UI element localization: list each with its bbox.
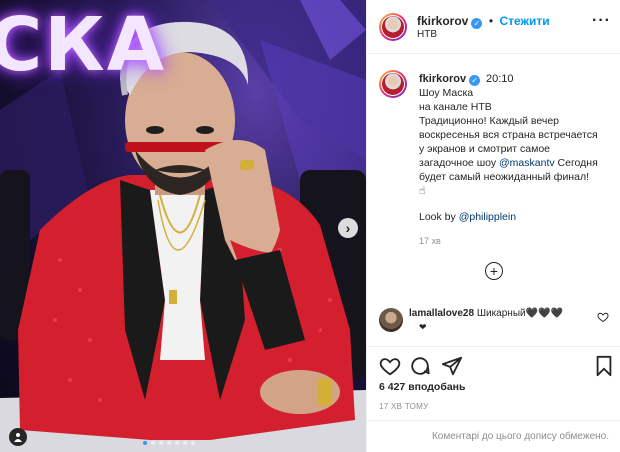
- caption-line: будет самый неожиданный финал!: [419, 171, 589, 183]
- post-panel: fkirkorov ✓ • Стежити НТВ ··· fkirkorov ✓ …: [366, 0, 620, 452]
- post-date: 17 ХВ ТОМУ: [379, 402, 429, 411]
- header-user-row: fkirkorov ✓ • Стежити: [417, 12, 550, 30]
- location-link[interactable]: НТВ: [417, 29, 437, 40]
- carousel-dot: [151, 441, 155, 445]
- caption-line: загадочное шоу: [419, 157, 497, 169]
- mention-link[interactable]: @maskantv: [499, 157, 555, 169]
- user-tag-icon[interactable]: [9, 428, 27, 446]
- plus-circle-icon[interactable]: +: [485, 262, 503, 280]
- caption: fkirkorov ✓ 20:10 Шоу Маска на канале НТВ…: [419, 72, 613, 224]
- comments-restricted-notice: Коментарі до цього допису обмежено.: [367, 420, 620, 452]
- caption-time: 20:10: [486, 73, 514, 85]
- caption-line: воскресенья вся страна встречается: [419, 129, 598, 141]
- mention-link[interactable]: @philipplein: [459, 211, 516, 223]
- caption-username[interactable]: fkirkorov: [419, 73, 466, 85]
- carousel-dots: [143, 441, 195, 445]
- comment-emoji: ❤: [419, 322, 427, 332]
- post-photo[interactable]: СКА ›: [0, 0, 366, 452]
- likes-count[interactable]: 6 427 вподобань: [379, 381, 465, 393]
- follow-button[interactable]: Стежити: [499, 14, 549, 28]
- caption-line-with-mention: загадочное шоу @maskantv Сегодня: [419, 156, 613, 170]
- caption-line: Сегодня: [554, 157, 598, 169]
- chevron-right-icon[interactable]: ›: [338, 218, 358, 238]
- carousel-dot: [183, 441, 187, 445]
- caption-line: Шоу Маска: [419, 87, 474, 99]
- comment-icon[interactable]: [409, 355, 431, 377]
- comment-text-row: lamallalove28 Шикарный🖤🖤🖤: [409, 308, 563, 319]
- look-by-line: Look by @philipplein: [419, 210, 613, 224]
- separator-dot: •: [488, 14, 494, 28]
- more-icon[interactable]: ···: [592, 12, 611, 30]
- caption-line: у экранов и смотрит самое: [419, 143, 551, 155]
- carousel-dot: [175, 441, 179, 445]
- verified-icon: ✓: [471, 18, 483, 29]
- caption-age: 17 хв: [419, 236, 441, 246]
- verified-icon: ✓: [469, 75, 481, 86]
- caption-avatar[interactable]: [379, 70, 407, 98]
- photo-sign-text: СКА: [0, 2, 167, 88]
- heart-icon[interactable]: [379, 355, 401, 377]
- pointing-emoji: ☝: [419, 185, 426, 197]
- carousel-dot: [191, 441, 195, 445]
- heart-icon[interactable]: [597, 310, 609, 328]
- caption-head: fkirkorov ✓ 20:10: [419, 72, 613, 86]
- look-by-label: Look by: [419, 211, 459, 223]
- post-header: fkirkorov ✓ • Стежити НТВ ···: [367, 0, 620, 54]
- comment-text: Шикарный🖤🖤🖤: [474, 308, 563, 319]
- comment-item: lamallalove28 Шикарный🖤🖤🖤 ❤: [379, 306, 615, 334]
- carousel-dot: [143, 441, 147, 445]
- share-icon[interactable]: [441, 355, 463, 377]
- carousel-dot: [167, 441, 171, 445]
- caption-line: на канале НТВ: [419, 101, 492, 113]
- bookmark-icon[interactable]: [593, 355, 615, 377]
- comment-username[interactable]: lamallalove28: [409, 308, 474, 319]
- header-username[interactable]: fkirkorov: [417, 14, 468, 28]
- avatar[interactable]: [379, 13, 407, 41]
- caption-line: Традиционно! Каждый вечер: [419, 115, 560, 127]
- carousel-dot: [159, 441, 163, 445]
- comment-avatar[interactable]: [379, 308, 403, 332]
